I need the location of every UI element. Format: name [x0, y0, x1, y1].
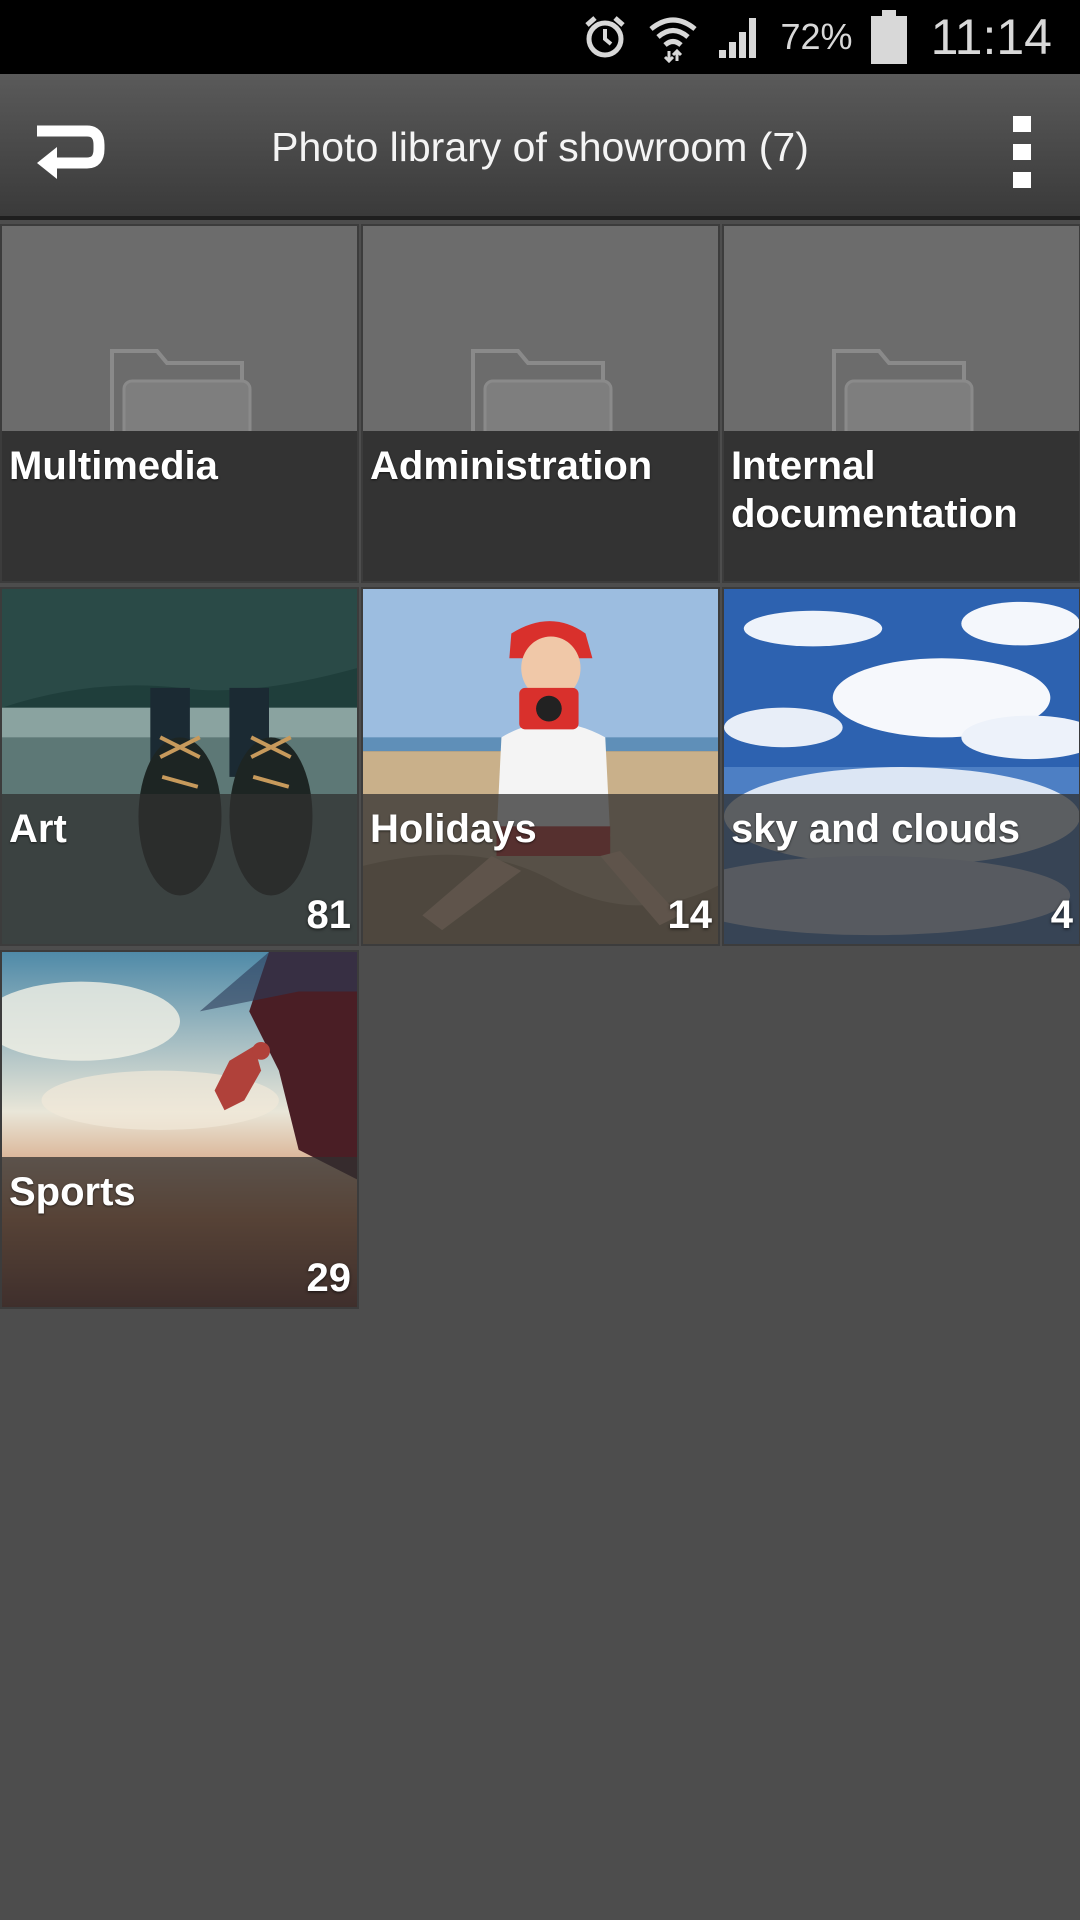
photo-count: 4	[1050, 893, 1073, 937]
album-tile-art[interactable]: Art 81	[0, 587, 359, 946]
album-tile-internal-documentation[interactable]: Internal documentation	[722, 224, 1080, 583]
photo-count: 81	[306, 893, 352, 937]
back-icon	[37, 125, 105, 179]
photo-count: 14	[667, 893, 713, 937]
album-title: Administration	[370, 444, 653, 488]
wifi-icon	[648, 17, 697, 63]
album-title: Multimedia	[9, 444, 218, 488]
album-tile-sports[interactable]: Sports 29	[0, 950, 359, 1309]
overflow-menu-icon	[1013, 116, 1031, 132]
page-title: Photo library of showroom (7)	[271, 123, 809, 170]
album-tile-administration[interactable]: Administration	[361, 224, 720, 583]
album-title: Internal documentation	[731, 444, 1018, 536]
album-title: sky and clouds	[731, 807, 1020, 851]
battery-percentage: 72%	[780, 16, 853, 57]
alarm-icon	[584, 16, 625, 58]
action-bar: Photo library of showroom (7)	[0, 74, 1080, 220]
signal-icon	[718, 18, 756, 58]
album-title: Holidays	[370, 807, 537, 851]
status-bar: 72% 11:14	[0, 0, 1080, 74]
clock: 11:14	[930, 9, 1052, 65]
album-title: Sports	[9, 1170, 136, 1214]
overflow-menu-button[interactable]	[1002, 116, 1042, 188]
album-tile-sky-and-clouds[interactable]: sky and clouds 4	[722, 587, 1080, 946]
album-grid: Multimedia Administration Internal docum…	[0, 224, 1080, 1309]
album-title: Art	[9, 807, 67, 851]
photo-count: 29	[306, 1256, 352, 1300]
album-tile-multimedia[interactable]: Multimedia	[0, 224, 359, 583]
back-button[interactable]	[20, 110, 110, 190]
album-tile-holidays[interactable]: Holidays 14	[361, 587, 720, 946]
battery-icon	[870, 10, 907, 64]
